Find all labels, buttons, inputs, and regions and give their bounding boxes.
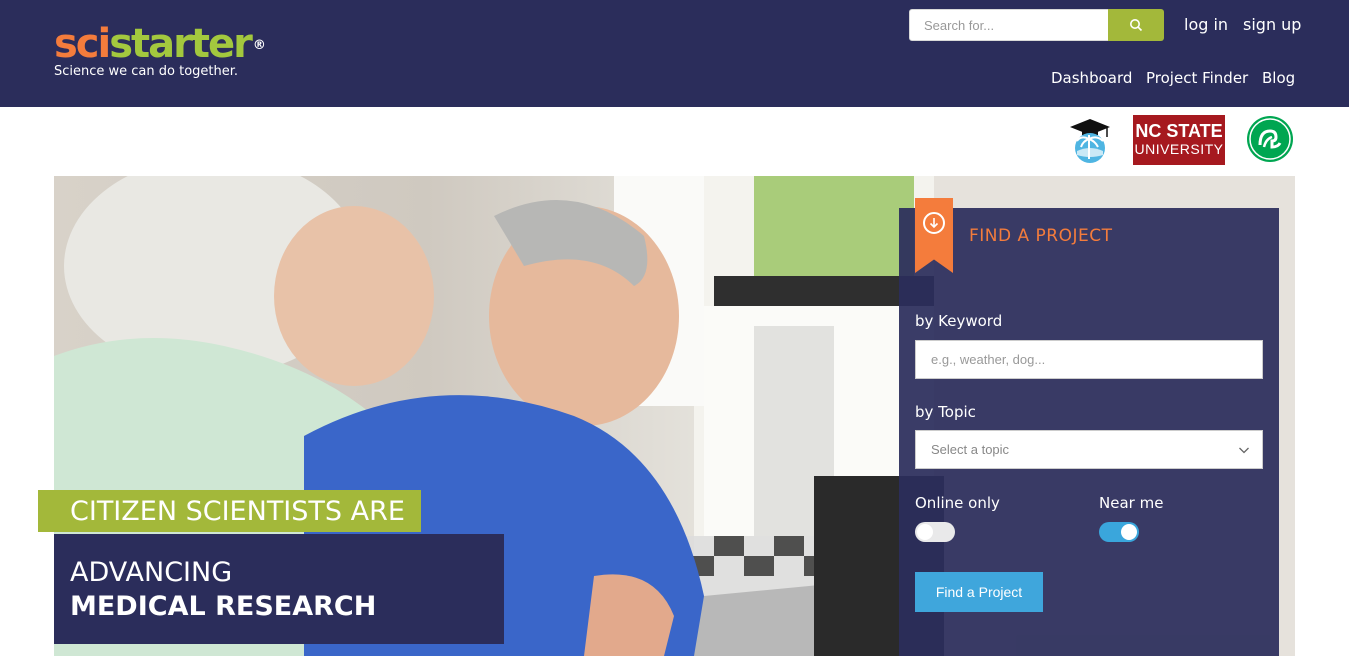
keyword-input[interactable] <box>915 340 1263 379</box>
ncstate-line1: NC STATE <box>1135 121 1223 141</box>
online-only-label: Online only <box>915 494 1000 512</box>
hero-headline-box: ADVANCING MEDICAL RESEARCH <box>54 534 504 644</box>
search-icon <box>1130 19 1143 32</box>
graduation-palm-logo[interactable] <box>1067 115 1113 165</box>
scistarter-logo[interactable]: scistarter ® Science we can do together. <box>54 21 266 79</box>
ribbon-bookmark <box>915 198 953 273</box>
hero-headline-top: CITIZEN SCIENTISTS ARE <box>38 490 421 532</box>
nav-project-finder[interactable]: Project Finder <box>1146 69 1248 87</box>
hero-headline-line1: ADVANCING <box>70 557 233 588</box>
find-project-panel: FIND A PROJECT by Keyword by Topic Selec… <box>899 198 1279 656</box>
find-project-button[interactable]: Find a Project <box>915 572 1043 612</box>
arrow-down-icon <box>923 212 945 234</box>
logo-tagline: Science we can do together. <box>54 64 239 79</box>
login-link[interactable]: log in <box>1184 15 1228 34</box>
registered-mark: ® <box>252 38 266 53</box>
logo-sci: sci <box>54 21 111 67</box>
logo-starter: starter <box>109 21 253 67</box>
nav-blog[interactable]: Blog <box>1262 69 1295 87</box>
toggle-knob <box>917 524 933 540</box>
nav-dashboard[interactable]: Dashboard <box>1051 69 1132 87</box>
keyword-label: by Keyword <box>915 312 1003 330</box>
chevron-down-icon <box>1239 447 1249 454</box>
near-me-label: Near me <box>1099 494 1164 512</box>
search-button[interactable] <box>1108 9 1164 41</box>
online-only-toggle[interactable] <box>915 522 955 542</box>
hero-headline-line2: MEDICAL RESEARCH <box>70 591 377 622</box>
near-me-toggle[interactable] <box>1099 522 1139 542</box>
site-header: scistarter ® Science we can do together. … <box>0 0 1349 107</box>
topic-label: by Topic <box>915 403 976 421</box>
ncstate-line2: UNIVERSITY <box>1134 141 1224 157</box>
topic-select-value: Select a topic <box>931 442 1010 457</box>
find-project-title: FIND A PROJECT <box>969 226 1113 246</box>
toggle-knob <box>1121 524 1137 540</box>
topic-select[interactable]: Select a topic <box>915 430 1263 469</box>
girl-scouts-logo[interactable] <box>1246 115 1294 163</box>
search-input[interactable] <box>909 9 1109 41</box>
signup-link[interactable]: sign up <box>1243 15 1301 34</box>
logo-wordmark: scistarter ® <box>54 21 266 67</box>
nc-state-university-logo[interactable]: NC STATE UNIVERSITY <box>1133 115 1225 165</box>
